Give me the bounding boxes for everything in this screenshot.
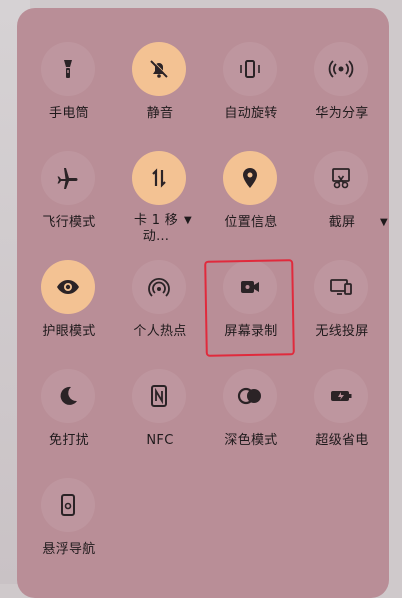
tile-super-power-saving[interactable]: 超级省电: [300, 369, 380, 469]
mobile-data-icon: [132, 151, 186, 205]
quick-settings-panel: 手电筒 静音 自动旋转 华为分享 飞行模式 卡 1 移动… ▼ 位置信息 截屏 …: [17, 8, 389, 598]
tile-label: 超级省电: [315, 433, 369, 448]
tile-mute[interactable]: 静音: [118, 42, 198, 142]
tile-label: 自动旋转: [224, 106, 278, 121]
location-pin-icon: [223, 151, 277, 205]
moon-icon: [41, 369, 95, 423]
auto-rotate-icon: [223, 42, 277, 96]
tile-label: 华为分享: [315, 106, 369, 121]
tile-label: 无线投屏: [315, 324, 369, 339]
annotation-highlight-box: [204, 259, 295, 357]
tile-label: 卡 1 移动…: [133, 213, 179, 244]
tile-airplane-mode[interactable]: 飞行模式: [27, 151, 107, 251]
chevron-down-icon[interactable]: ▼: [184, 215, 192, 226]
screenshot-scissors-icon: [314, 151, 368, 205]
tile-flashlight[interactable]: 手电筒: [27, 42, 107, 142]
nfc-icon: [132, 369, 186, 423]
tile-label: 位置信息: [224, 215, 278, 230]
tile-mobile-data[interactable]: 卡 1 移动… ▼: [118, 151, 198, 251]
bell-mute-icon: [132, 42, 186, 96]
tile-auto-rotate[interactable]: 自动旋转: [209, 42, 289, 142]
flashlight-icon: [41, 42, 95, 96]
floating-nav-icon: [41, 478, 95, 532]
tile-huawei-share[interactable]: 华为分享: [300, 42, 380, 142]
tile-label: 静音: [146, 106, 174, 121]
tile-eye-comfort[interactable]: 护眼模式: [27, 260, 107, 360]
hotspot-icon: [132, 260, 186, 314]
chevron-down-icon[interactable]: ▼: [380, 217, 388, 228]
wireless-projection-icon: [314, 260, 368, 314]
tile-do-not-disturb[interactable]: 免打扰: [27, 369, 107, 469]
tile-label: 免打扰: [49, 433, 89, 448]
airplane-icon: [41, 151, 95, 205]
tile-label: 护眼模式: [42, 324, 96, 339]
tile-label: 悬浮导航: [42, 542, 96, 557]
tile-location[interactable]: 位置信息: [209, 151, 289, 251]
tile-label: NFC: [146, 433, 174, 448]
tile-label: 深色模式: [224, 433, 278, 448]
dark-mode-icon: [223, 369, 277, 423]
tile-label: 手电筒: [49, 106, 89, 121]
tile-screenshot[interactable]: 截屏 ▼: [300, 151, 388, 251]
eye-icon: [41, 260, 95, 314]
tile-hotspot[interactable]: 个人热点: [118, 260, 198, 360]
battery-saver-icon: [314, 369, 368, 423]
tile-nfc[interactable]: NFC: [118, 369, 198, 469]
tile-label: 个人热点: [133, 324, 187, 339]
share-waves-icon: [314, 42, 368, 96]
tile-floating-navigation[interactable]: 悬浮导航: [27, 478, 107, 578]
tile-dark-mode[interactable]: 深色模式: [209, 369, 289, 469]
tile-wireless-projection[interactable]: 无线投屏: [300, 260, 380, 360]
tile-label: 飞行模式: [42, 215, 96, 230]
tile-label: 截屏: [328, 215, 356, 230]
